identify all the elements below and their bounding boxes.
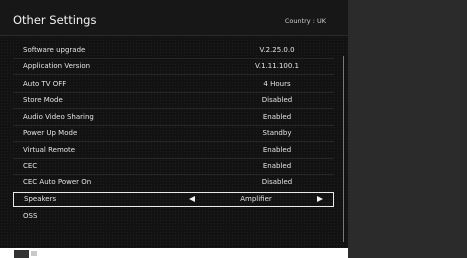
row-divider: [13, 108, 334, 109]
setting-label: Audio Video Sharing: [23, 113, 94, 121]
brand-mark-icon: [31, 251, 37, 256]
setting-oss[interactable]: OSS: [13, 209, 334, 224]
country-indicator: Country : UK: [284, 17, 326, 25]
setting-value: V.2.25.0.0: [259, 46, 295, 54]
side-panel: [348, 0, 467, 258]
setting-software-upgrade[interactable]: Software upgrade V.2.25.0.0: [13, 43, 334, 58]
setting-value: Disabled: [261, 96, 293, 104]
setting-label: Virtual Remote: [23, 146, 76, 154]
setting-value: Disabled: [261, 178, 293, 186]
setting-label: Software upgrade: [23, 46, 86, 54]
setting-store-mode[interactable]: Store Mode Disabled: [13, 93, 334, 108]
setting-label: Speakers: [24, 195, 57, 203]
setting-virtual-remote[interactable]: Virtual Remote Enabled: [13, 143, 334, 158]
setting-value: Amplifier: [240, 195, 272, 203]
setting-label: Auto TV OFF: [23, 80, 67, 88]
setting-cec-auto-power-on[interactable]: CEC Auto Power On Disabled: [13, 175, 334, 190]
setting-speakers[interactable]: Speakers Amplifier: [13, 192, 334, 207]
setting-label: Power Up Mode: [23, 129, 78, 137]
setting-value: 4 Hours: [263, 80, 291, 88]
setting-label: Store Mode: [23, 96, 63, 104]
setting-value: Enabled: [262, 146, 292, 154]
menu-header: Other Settings Country : UK: [0, 0, 348, 36]
arrow-right-icon[interactable]: [317, 196, 323, 202]
settings-menu: Other Settings Country : UK Software upg…: [0, 0, 348, 248]
setting-application-version[interactable]: Application Version V.1.11.100.1: [13, 59, 334, 74]
setting-audio-video-sharing[interactable]: Audio Video Sharing Enabled: [13, 110, 334, 125]
row-divider: [13, 141, 334, 142]
scrollbar[interactable]: [343, 56, 344, 242]
arrow-left-icon[interactable]: [189, 196, 195, 202]
setting-label: CEC: [23, 162, 38, 170]
setting-value: Enabled: [262, 162, 292, 170]
setting-auto-tv-off[interactable]: Auto TV OFF 4 Hours: [13, 77, 334, 92]
page-title: Other Settings: [13, 13, 97, 27]
setting-label: CEC Auto Power On: [23, 178, 92, 186]
setting-value: Enabled: [262, 113, 292, 121]
setting-power-up-mode[interactable]: Power Up Mode Standby: [13, 126, 334, 141]
setting-label: Application Version: [23, 62, 91, 70]
setting-value: V.1.11.100.1: [255, 62, 299, 70]
row-divider: [13, 74, 334, 75]
setting-label: OSS: [23, 212, 38, 220]
setting-value: Standby: [262, 129, 292, 137]
brand-logo-icon: [14, 250, 29, 258]
setting-cec[interactable]: CEC Enabled: [13, 159, 334, 174]
